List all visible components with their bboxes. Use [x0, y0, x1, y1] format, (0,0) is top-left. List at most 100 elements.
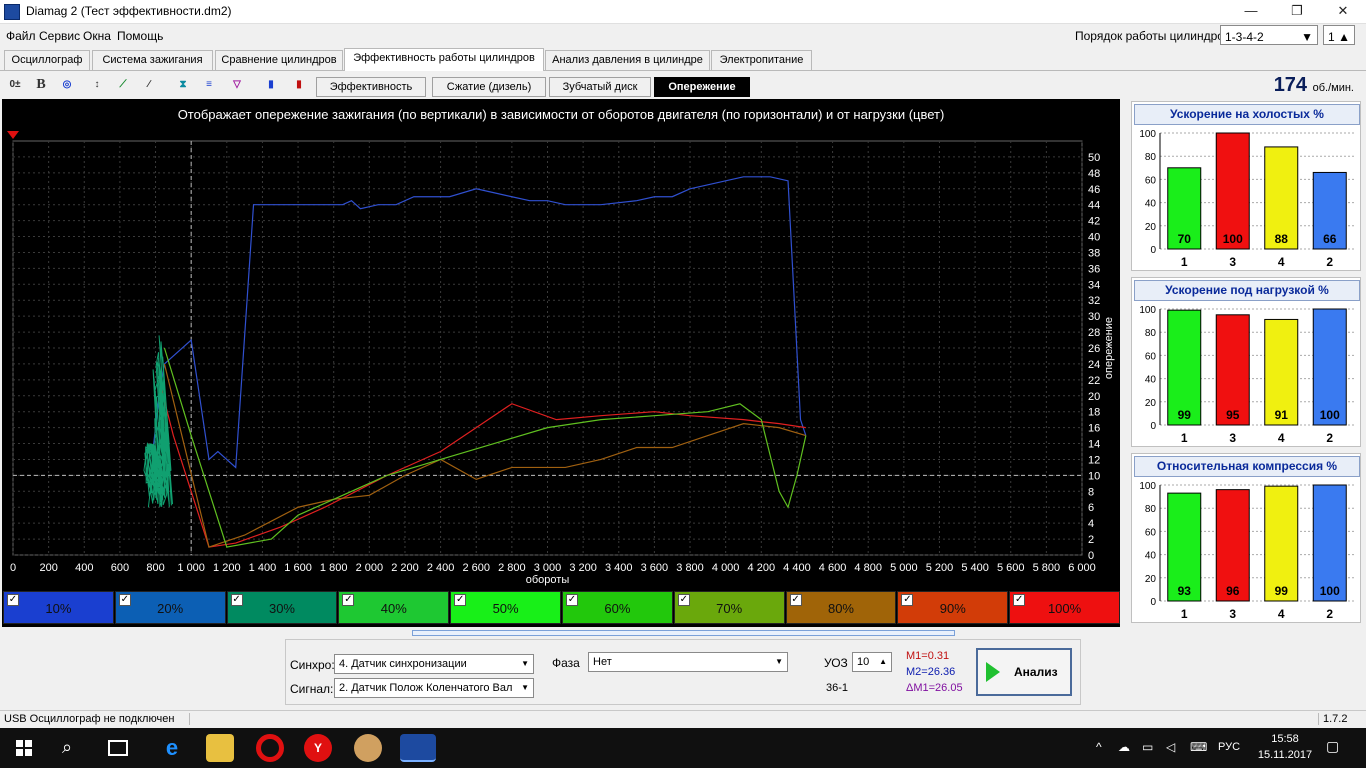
diamag-taskbar-icon[interactable]	[400, 734, 436, 762]
x-tick-label: 4 600	[819, 562, 847, 574]
close-button[interactable]: ✕	[1320, 0, 1366, 24]
tab-compression-diesel[interactable]: Сжатие (дизель)	[432, 77, 546, 97]
phase-select[interactable]: Нет ▼	[588, 652, 788, 672]
sort-icon[interactable]: ↕	[86, 74, 108, 96]
y-tick-label: 24	[1088, 359, 1100, 371]
y-tick-label: 46	[1088, 184, 1100, 196]
side-y-tick: 20	[1145, 574, 1157, 585]
bar-cylinder-label: 3	[1229, 431, 1236, 445]
cylinder-stepper[interactable]: 1 ▲	[1323, 25, 1355, 45]
tab-pressure-analysis[interactable]: Анализ давления в цилиндре	[545, 50, 710, 70]
tab-toothed-disk[interactable]: Зубчатый диск	[549, 77, 651, 97]
menu-service[interactable]: Сервис	[39, 29, 80, 43]
marker-delta: ΔM1=26.05	[906, 682, 963, 694]
tab-advance[interactable]: Опережение	[654, 77, 750, 97]
chevron-down-icon: ▼	[521, 683, 529, 692]
side-y-tick: 0	[1150, 421, 1156, 432]
load-band-5[interactable]: ✓ 50%	[450, 591, 561, 624]
bar-value-label: 91	[1275, 408, 1289, 422]
taskbar: ⌕ e Y ^ ☁ ▭ ◁ ⌨ РУС 15:58 15.11.2017 ▢	[0, 728, 1366, 768]
bar-car-icon[interactable]: ▮	[260, 74, 282, 96]
notifications-icon[interactable]: ▢	[1326, 738, 1339, 755]
rpm-value: 174	[1273, 74, 1308, 96]
y-tick-label: 20	[1088, 391, 1100, 403]
explorer-icon[interactable]	[206, 734, 234, 762]
load-band-2[interactable]: ✓ 20%	[114, 591, 226, 624]
battery-icon[interactable]: ▮	[288, 74, 310, 96]
search-icon[interactable]: ⌕	[62, 737, 72, 758]
menu-file[interactable]: Файл	[6, 29, 36, 43]
tab-efficiency[interactable]: Эффективность	[316, 77, 426, 97]
network-icon[interactable]: ▭	[1142, 740, 1153, 754]
window-title: Diamag 2 (Тест эффективности.dm2)	[26, 4, 232, 18]
bar-value-label: 100	[1320, 408, 1340, 422]
cylinder-value: 1	[1328, 30, 1335, 44]
splitter-handle[interactable]	[412, 630, 955, 636]
clock-date[interactable]: 15.11.2017	[1252, 749, 1318, 761]
bar-value-label: 93	[1178, 584, 1192, 598]
load-band-4[interactable]: ✓ 40%	[338, 591, 450, 624]
uoz-stepper[interactable]: 10 ▲	[852, 652, 892, 672]
numbering-icon[interactable]: ≡	[198, 74, 220, 96]
load-band-9[interactable]: ✓ 90%	[897, 591, 1009, 624]
play-icon	[986, 662, 1000, 682]
filter-icon[interactable]: ⧗	[172, 74, 194, 96]
tab-power-supply[interactable]: Электропитание	[711, 50, 812, 70]
load-band-3[interactable]: ✓ 30%	[226, 591, 338, 624]
keyboard-icon[interactable]: ⌨	[1190, 740, 1207, 754]
x-tick-label: 4 000	[712, 562, 740, 574]
menu-windows[interactable]: Окна	[83, 29, 111, 43]
start-icon[interactable]	[16, 740, 32, 756]
funnel-icon[interactable]: ▽	[226, 74, 248, 96]
x-tick-label: 0	[10, 562, 16, 574]
marker-m1: M1=0.31	[906, 650, 950, 662]
tray-chevron-icon[interactable]: ^	[1096, 740, 1102, 754]
firing-order-value: 1-3-4-2	[1225, 30, 1264, 44]
edge-icon[interactable]: e	[158, 734, 186, 762]
language-indicator[interactable]: РУС	[1218, 741, 1240, 753]
bold-icon[interactable]: B	[30, 74, 52, 96]
analyze-label: Анализ	[1014, 665, 1058, 679]
zero-offset-icon[interactable]: 0±	[4, 74, 26, 96]
load-band-label: 20%	[157, 601, 184, 616]
tab-oscilloscope[interactable]: Осциллограф	[4, 50, 90, 70]
x-tick-label: 3 600	[641, 562, 669, 574]
clock-time[interactable]: 15:58	[1262, 733, 1308, 745]
y-tick-label: 22	[1088, 375, 1100, 387]
load-band-10[interactable]: ✓ 100%	[1009, 591, 1120, 624]
rpm-gauge-icon[interactable]: ◎	[56, 74, 78, 96]
rpm-display: 174 об./мин.	[1274, 74, 1354, 97]
menu-help[interactable]: Помощь	[117, 29, 163, 43]
x-tick-label: 800	[146, 562, 164, 574]
trend-icon[interactable]: ⟋	[112, 74, 134, 96]
load-band-7[interactable]: ✓ 70%	[673, 591, 785, 624]
x-tick-label: 5 200	[926, 562, 954, 574]
y-tick-label: 16	[1088, 423, 1100, 435]
cursor-marker-icon[interactable]	[7, 131, 19, 139]
minimize-button[interactable]: —	[1228, 0, 1274, 24]
tab-ignition[interactable]: Система зажигания	[92, 50, 213, 70]
tab-cylinder-efficiency[interactable]: Эффективность работы цилиндров	[344, 48, 544, 71]
uoz-label: УОЗ	[824, 656, 848, 670]
load-band-8[interactable]: ✓ 80%	[785, 591, 897, 624]
analyze-button[interactable]: Анализ	[976, 648, 1072, 696]
volume-icon[interactable]: ◁	[1166, 740, 1175, 754]
tab-cylinder-compare[interactable]: Сравнение цилиндров	[215, 50, 343, 70]
yandex-icon[interactable]: Y	[304, 734, 332, 762]
x-tick-label: 1 600	[284, 562, 312, 574]
cloud-icon[interactable]: ☁	[1118, 740, 1130, 754]
paint-icon[interactable]	[354, 734, 382, 762]
bar-value-label: 96	[1226, 584, 1240, 598]
sync-select[interactable]: 4. Датчик синхронизации ▼	[334, 654, 534, 674]
firing-order-select[interactable]: 1-3-4-2 ▼	[1220, 25, 1318, 45]
toolbar: 0± B ◎ ↕ ⟋ ∕ ⧗ ≡ ▽ ▮ ▮ Эффективность Сжа…	[0, 70, 1366, 98]
load-band-6[interactable]: ✓ 60%	[562, 591, 673, 624]
advance-chart[interactable]: 0 200 400 600 800 1 000 1 200 1 400 1 600 1 800 2 …	[2, 99, 1120, 627]
algorithm-icon[interactable]: ∕	[138, 74, 160, 96]
load-band-1[interactable]: ✓ 10%	[3, 591, 114, 624]
signal-select[interactable]: 2. Датчик Полож Коленчатого Вал ▼	[334, 678, 534, 698]
side-y-tick: 40	[1145, 551, 1157, 562]
opera-icon[interactable]	[256, 734, 284, 762]
task-view-icon[interactable]	[108, 740, 128, 756]
maximize-button[interactable]: ❐	[1274, 0, 1320, 24]
